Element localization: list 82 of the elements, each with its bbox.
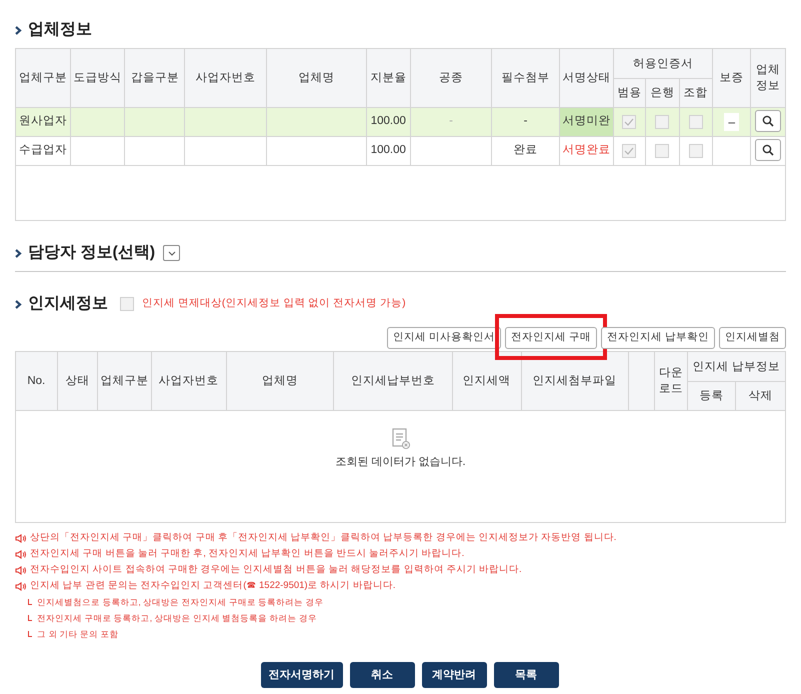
sign-status: 서명완료 [560, 136, 614, 166]
column-header: 공종 [410, 49, 492, 108]
table-row[interactable]: 원사업자 100.00 - - 서명미완 – [16, 108, 785, 136]
action-button[interactable]: 인지세별첨 [719, 327, 786, 349]
notice-text: 인지세 납부 관련 문의는 전자수입인지 고객센터(☎ 1522-9501)로 하시기 바랍니다. [30, 578, 396, 593]
column-header: 인지세납부번호 [334, 352, 452, 410]
column-header: 필수첨부 [492, 49, 560, 108]
check-icon [624, 118, 634, 126]
column-header: 지분율 [366, 49, 411, 108]
sign-status: 서명미완 [560, 108, 614, 136]
footer-button[interactable]: 목록 [494, 662, 558, 688]
column-header: 보증 [712, 49, 751, 108]
corner-icon [28, 615, 32, 621]
action-button[interactable]: 전자인지세 납부확인 [601, 327, 715, 349]
column-header: 서명상태 [560, 49, 614, 108]
search-button[interactable] [755, 138, 782, 160]
footer-button[interactable]: 취소 [350, 662, 414, 688]
check-icon [624, 147, 634, 155]
table-cell: 완료 [492, 136, 560, 166]
notice-text: 전자수입인지 사이트 접속하여 구매한 경우에는 인지세별첨 버튼을 눌러 해당정보를 입력하여 주시기 바랍니다. [30, 562, 522, 577]
checkbox[interactable] [688, 144, 703, 158]
footer-button[interactable]: 계약반려 [422, 662, 486, 688]
checkbox[interactable] [655, 115, 670, 129]
column-header: 삭제 [736, 382, 785, 410]
table-row[interactable]: 수급업자 100.00 완료 서명완료 [16, 136, 785, 166]
speaker-icon [15, 566, 26, 574]
column-header: 업체정보 [750, 49, 785, 108]
speaker-icon [15, 550, 26, 558]
checkbox[interactable] [622, 115, 636, 129]
column-header: No. [16, 352, 58, 410]
table-cell: 100.00 [366, 136, 411, 166]
section-title: 업체정보 [28, 20, 92, 40]
exempt-label: 인지세 면제대상(인지세정보 입력 없이 전자서명 가능) [142, 296, 406, 312]
footer-button[interactable]: 전자서명하기 [260, 662, 342, 688]
empty-message: 조회된 데이터가 없습니다. [335, 455, 466, 470]
table-cell [70, 136, 125, 166]
notice-text: 상단의「전자인지세 구매」클릭하여 구매 후「전자인지세 납부확인」클릭하여 납부등록한 경우에는 인지세정보가 자동반영 됩니다. [30, 530, 616, 545]
column-header: 상태 [57, 352, 98, 410]
caret-icon [168, 250, 176, 256]
column-header: 범용 [613, 78, 646, 108]
column-header: 인지세액 [452, 352, 522, 410]
column-header: 업체구분 [16, 49, 70, 108]
chevron-icon [15, 300, 22, 308]
table-cell [124, 136, 185, 166]
checkbox[interactable] [120, 297, 134, 311]
column-header: 인지세 납부정보 [687, 352, 785, 382]
column-header: 사업자번호 [151, 352, 226, 410]
column-header: 사업자번호 [184, 49, 267, 108]
column-header: 업체명 [226, 352, 334, 410]
notice-subtext: 인지세별첨으로 등록하고, 상대방은 전자인지세 구매로 등록하려는 경우 [37, 596, 324, 608]
empty-document-icon [390, 428, 410, 450]
column-header: 허용인증서 [613, 49, 712, 78]
column-header: 도급방식 [70, 49, 125, 108]
corner-icon [28, 599, 32, 605]
notice-subtext: 그 외 기타 문의 포함 [37, 628, 118, 640]
column-header: 조합 [679, 78, 712, 108]
speaker-icon [15, 534, 26, 542]
chevron-icon [15, 26, 22, 34]
column-header: 인지세첨부파일 [521, 352, 628, 410]
checkbox[interactable] [688, 115, 703, 129]
search-icon [762, 114, 774, 126]
column-header: 등록 [687, 382, 736, 410]
action-button[interactable]: 인지세 미사용확인서 [387, 327, 502, 349]
column-header: 업체구분 [98, 352, 152, 410]
action-button[interactable]: 전자인지세 구매 [505, 327, 598, 349]
table-cell: 수급업자 [16, 136, 70, 166]
column-header: 다운로드 [654, 352, 688, 410]
search-icon [762, 144, 774, 156]
checkbox[interactable] [655, 144, 670, 158]
speaker-icon [15, 582, 26, 590]
notice-subtext: 전자인지세 구매로 등록하고, 상대방은 인지세 별첨등록을 하려는 경우 [37, 612, 317, 624]
column-header: 업체명 [266, 49, 366, 108]
section-title: 담당자 정보(선택) [28, 243, 156, 263]
corner-icon [28, 631, 32, 637]
chevron-icon [15, 248, 22, 258]
search-button[interactable] [755, 110, 782, 132]
column-header: 은행 [646, 78, 680, 108]
checkbox[interactable] [622, 144, 636, 158]
expand-toggle[interactable] [163, 245, 180, 261]
notice-text: 전자인지세 구매 버튼을 눌러 구매한 후, 전자인지세 납부확인 버튼을 반드시 눌러주시기 바랍니다. [30, 546, 464, 561]
section-title: 인지세정보 [28, 294, 108, 314]
column-header: 갑을구분 [124, 49, 185, 108]
